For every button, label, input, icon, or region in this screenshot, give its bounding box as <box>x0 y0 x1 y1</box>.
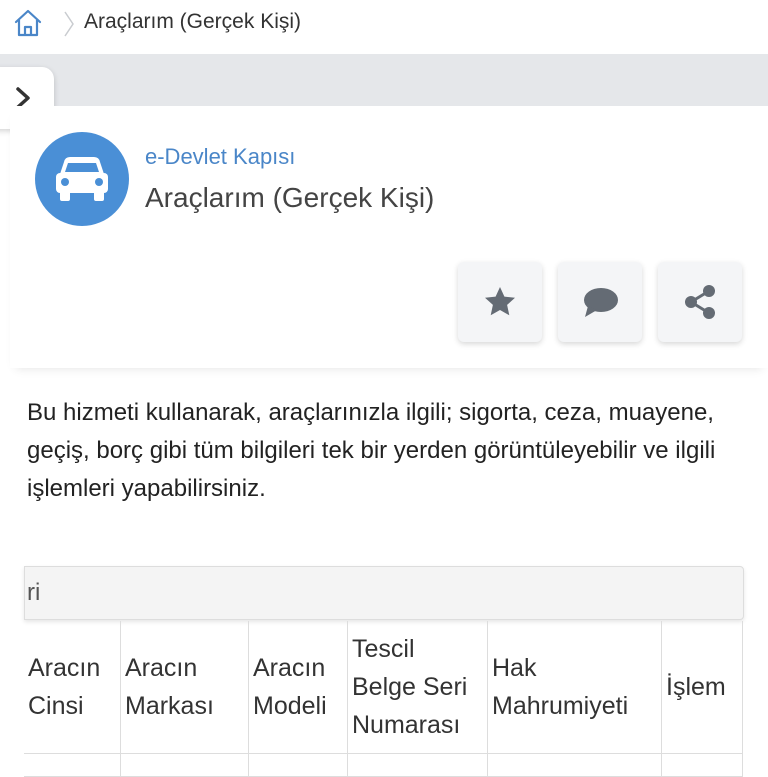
column-header-type[interactable]: Aracın Cinsi <box>24 621 121 754</box>
column-header-restriction[interactable]: Hak Mahrumiyeti <box>487 621 662 754</box>
table-row <box>24 753 743 777</box>
share-button[interactable] <box>658 262 742 342</box>
comment-icon <box>584 288 618 317</box>
home-icon[interactable] <box>12 7 44 39</box>
feedback-button[interactable] <box>558 262 642 342</box>
column-header-brand[interactable]: Aracın Markası <box>120 621 249 754</box>
car-icon <box>56 157 108 201</box>
table-caption-text: ri <box>27 579 41 606</box>
breadcrumb-current[interactable]: Araçlarım (Gerçek Kişi) <box>84 10 301 34</box>
star-icon <box>485 287 515 316</box>
table-header-row: Aracın Cinsi Aracın Markası Aracın Model… <box>24 621 743 754</box>
service-card <box>10 106 768 368</box>
breadcrumb-separator-icon <box>62 8 76 40</box>
favorite-button[interactable] <box>458 262 542 342</box>
service-icon <box>35 132 129 226</box>
vehicles-table: Aracın Cinsi Aracın Markası Aracın Model… <box>24 621 743 777</box>
service-description: Bu hizmeti kullanarak, araçlarınızla ilg… <box>27 399 716 502</box>
portal-label[interactable]: e-Devlet Kapısı <box>145 144 295 170</box>
column-header-model[interactable]: Aracın Modeli <box>248 621 348 754</box>
page-title: Araçlarım (Gerçek Kişi) <box>145 182 435 213</box>
column-header-registration[interactable]: Tescil Belge Seri Numarası <box>347 621 488 754</box>
breadcrumb: Araçlarım (Gerçek Kişi) <box>0 0 768 50</box>
share-icon <box>685 285 715 319</box>
table-caption: ri <box>24 566 744 620</box>
column-header-action[interactable]: İşlem <box>661 621 743 754</box>
page-header-band <box>0 54 768 106</box>
